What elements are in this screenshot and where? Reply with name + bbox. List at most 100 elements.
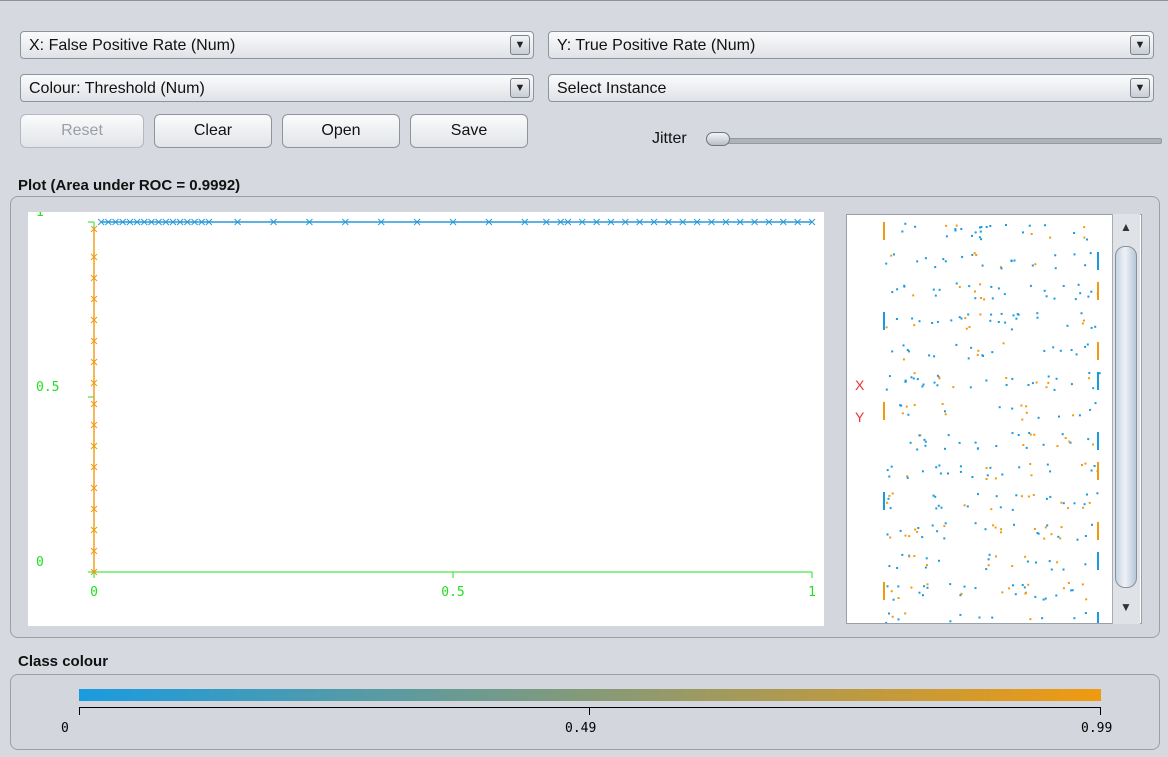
matrix-point [990, 313, 993, 316]
scrollbar-thumb[interactable] [1115, 246, 1137, 588]
matrix-cell[interactable] [881, 519, 1107, 543]
matrix-point [1024, 555, 1027, 558]
matrix-cell[interactable] [881, 399, 1107, 423]
x-axis-select[interactable]: X: False Positive Rate (Num) ▼ [20, 31, 534, 59]
matrix-point [901, 230, 904, 233]
matrix-point [1047, 381, 1050, 384]
matrix-cell[interactable] [881, 579, 1107, 603]
matrix-point [994, 526, 997, 529]
jitter-slider-knob[interactable] [706, 132, 730, 146]
matrix-cell[interactable] [881, 489, 1107, 513]
matrix-cell-plot [886, 522, 1099, 541]
matrix-point [1049, 470, 1052, 473]
matrix-cell[interactable] [881, 369, 1107, 393]
y-axis-select[interactable]: Y: True Positive Rate (Num) ▼ [548, 31, 1154, 59]
matrix-cell[interactable] [881, 429, 1107, 453]
chevron-down-icon[interactable]: ▼ [1130, 35, 1150, 55]
chevron-down-icon[interactable]: ▼ [1130, 78, 1150, 98]
matrix-point [1044, 597, 1047, 600]
matrix-point [944, 522, 947, 525]
matrix-point [989, 466, 992, 469]
matrix-cell[interactable] [881, 279, 1107, 303]
matrix-edge-bar [883, 582, 885, 600]
matrix-edge-bar [1097, 462, 1099, 480]
attribute-matrix[interactable]: X Y [846, 214, 1142, 624]
matrix-point [892, 598, 895, 601]
chevron-down-icon[interactable]: ▼ [510, 78, 530, 98]
jitter-slider-track[interactable] [712, 138, 1162, 144]
colour-tick-max [1100, 707, 1101, 715]
matrix-point [923, 438, 926, 441]
matrix-scrollbar[interactable]: ▲ ▼ [1112, 214, 1140, 624]
chevron-down-icon[interactable]: ▼ [510, 35, 530, 55]
matrix-cell[interactable] [881, 309, 1107, 333]
matrix-point [913, 324, 916, 327]
matrix-edge-bar [1097, 432, 1099, 450]
matrix-cell[interactable] [881, 459, 1107, 483]
matrix-point [932, 494, 935, 497]
matrix-cell[interactable] [881, 219, 1107, 243]
matrix-point [1032, 494, 1035, 496]
matrix-point [978, 236, 981, 239]
matrix-cell-plot [886, 462, 1099, 480]
matrix-point [914, 528, 917, 531]
matrix-point [991, 351, 994, 354]
colour-select[interactable]: Colour: Threshold (Num) ▼ [20, 74, 534, 102]
matrix-point [918, 320, 921, 323]
open-button[interactable]: Open [282, 114, 400, 148]
matrix-point [1070, 383, 1073, 386]
matrix-point [1020, 495, 1023, 498]
matrix-point [985, 226, 988, 228]
matrix-point [1045, 386, 1048, 389]
instance-select[interactable]: Select Instance ▼ [548, 74, 1154, 102]
colour-select-value: Colour: Threshold (Num) [29, 80, 205, 97]
matrix-point [974, 290, 976, 293]
matrix-cell[interactable] [881, 549, 1107, 573]
matrix-point [1031, 382, 1034, 385]
matrix-point [908, 555, 911, 558]
matrix-point [937, 504, 940, 507]
scroll-down-icon[interactable]: ▼ [1115, 598, 1137, 616]
matrix-point [897, 618, 900, 621]
matrix-cell[interactable] [881, 339, 1107, 363]
matrix-point [897, 597, 900, 599]
matrix-point [1035, 561, 1037, 564]
class-colour-panel: 0 0.49 0.99 [10, 674, 1160, 750]
x-tick-label: 0 [90, 585, 98, 600]
matrix-point [1052, 346, 1055, 349]
matrix-point [1037, 416, 1040, 419]
matrix-cell-plot [883, 492, 1099, 511]
matrix-point [975, 254, 978, 256]
matrix-point [976, 447, 979, 450]
matrix-point [1067, 507, 1069, 510]
matrix-cell[interactable] [881, 609, 1107, 623]
matrix-point [985, 379, 988, 382]
matrix-point [1001, 591, 1004, 594]
matrix-point [955, 282, 958, 285]
clear-button[interactable]: Clear [154, 114, 272, 148]
matrix-point [1042, 598, 1045, 601]
matrix-point [1064, 437, 1067, 439]
matrix-point [994, 477, 997, 480]
matrix-point [1012, 314, 1015, 317]
matrix-point [932, 288, 935, 291]
matrix-point [1056, 561, 1059, 564]
matrix-point [886, 585, 889, 588]
matrix-point [1091, 523, 1093, 526]
matrix-point [1001, 473, 1004, 476]
matrix-point [1005, 384, 1008, 386]
matrix-point [947, 434, 950, 437]
matrix-point [918, 434, 921, 437]
roc-plot[interactable]: 0 0.5 1 0 0.5 1 [28, 205, 824, 626]
matrix-cell[interactable] [881, 249, 1107, 273]
reset-button[interactable]: Reset [20, 114, 144, 148]
matrix-point [943, 525, 946, 528]
matrix-point [955, 224, 958, 227]
matrix-point [1049, 495, 1052, 498]
matrix-point [1013, 259, 1016, 262]
matrix-cell-plot [885, 612, 1099, 623]
scroll-up-icon[interactable]: ▲ [1115, 218, 1137, 236]
matrix-point [960, 317, 963, 320]
save-button[interactable]: Save [410, 114, 528, 148]
matrix-point [935, 466, 938, 469]
